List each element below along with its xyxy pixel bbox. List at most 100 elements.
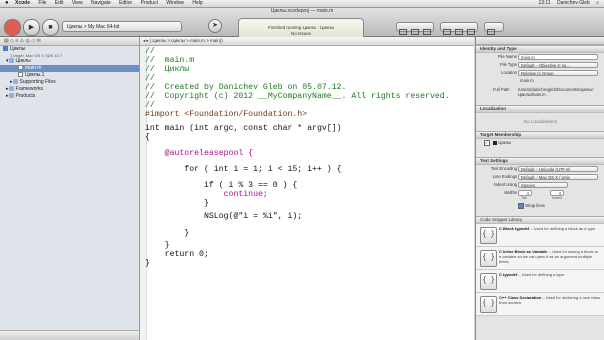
snippet-item[interactable]: { } C typedef – Used for defining a type… bbox=[476, 270, 604, 293]
no-localizations-label: No Localizations bbox=[523, 119, 558, 124]
folder-icon bbox=[12, 79, 18, 85]
snippet-item[interactable]: { } C++ Class Declaration – Used for dec… bbox=[476, 293, 604, 316]
source-editor[interactable]: // // main.m // Циклы // // Created by D… bbox=[140, 46, 474, 340]
jump-bar[interactable]: ◂ ▸ | Циклы > Циклы > main.m > main() bbox=[140, 37, 474, 46]
code-line[interactable]: } bbox=[145, 199, 209, 208]
wrap-lines-row[interactable]: Wrap lines bbox=[476, 202, 604, 210]
menu-view[interactable]: View bbox=[72, 0, 83, 7]
snippet-title: C typedef bbox=[499, 272, 518, 277]
group-item[interactable]: ▾ Циклы bbox=[0, 58, 139, 65]
spotlight-icon[interactable]: ⌕ bbox=[596, 0, 599, 7]
code-line[interactable]: // bbox=[145, 47, 155, 56]
man-file-icon bbox=[18, 72, 23, 78]
utilities-inspector: Identity and Type File Name main.m File … bbox=[475, 37, 604, 340]
code-line[interactable]: } bbox=[145, 241, 170, 250]
code-snippet-library-selector[interactable]: Code Snippet Library bbox=[476, 216, 604, 224]
menu-product[interactable]: Product bbox=[141, 0, 158, 7]
clock: 13:11 bbox=[538, 0, 551, 6]
run-button[interactable]: ▶ bbox=[23, 19, 40, 36]
code-line[interactable]: // main.m bbox=[145, 56, 194, 65]
file-item[interactable]: Циклы.1 bbox=[0, 72, 139, 79]
project-icon bbox=[3, 46, 8, 52]
snippet-item[interactable]: { } C Inline Block as Variable – Used fo… bbox=[476, 247, 604, 270]
user-name[interactable]: Danichev Gleb bbox=[557, 0, 590, 7]
folder-icon bbox=[8, 58, 14, 64]
app-target-icon bbox=[493, 140, 498, 145]
code-line[interactable]: int main (int argc, const char * argv[]) bbox=[145, 124, 342, 133]
code-line[interactable]: #import <Foundation/Foundation.h> bbox=[145, 110, 307, 119]
snippet-title: C Block typedef bbox=[499, 226, 530, 231]
code-line[interactable]: @autoreleasepool { bbox=[145, 149, 253, 158]
inspector-tabs[interactable] bbox=[476, 37, 604, 45]
identity-section-header[interactable]: Identity and Type bbox=[476, 45, 604, 53]
menu-navigate[interactable]: Navigate bbox=[91, 0, 111, 7]
location-row: Location Relative to Group bbox=[476, 69, 604, 77]
code-line[interactable]: if ( i % 3 == 0 ) { bbox=[145, 181, 297, 190]
file-name-field[interactable]: main.m bbox=[518, 54, 598, 60]
group-item[interactable]: ▸ Supporting Files bbox=[0, 79, 139, 86]
indent-row: Indent Using Spaces bbox=[476, 181, 604, 189]
full-path-value: /Users/danichevgleb/Documents/Циклы/Цикл… bbox=[518, 87, 594, 97]
editor-mode-segment[interactable] bbox=[396, 22, 434, 35]
target-membership-header[interactable]: Target Membership bbox=[476, 131, 604, 139]
menu-xcode[interactable]: Xcode bbox=[15, 0, 30, 7]
wrap-lines-label: Wrap lines bbox=[525, 203, 545, 208]
menu-edit[interactable]: Edit bbox=[55, 0, 64, 7]
apple-menu-icon[interactable]: ● bbox=[5, 0, 9, 7]
navigator-tabs[interactable]: ▤ ◇ ≡ ⚠ ◎ ▱ ✉ bbox=[0, 37, 139, 46]
code-line[interactable]: continue; bbox=[145, 190, 268, 199]
scheme-selector[interactable]: Циклы > My Mac 64-bit bbox=[62, 21, 182, 32]
breakpoints-icon[interactable]: ➤ bbox=[208, 19, 222, 33]
folder-icon bbox=[8, 86, 14, 92]
view-segment[interactable] bbox=[440, 22, 478, 35]
menu-help[interactable]: Help bbox=[192, 0, 202, 7]
menu-window[interactable]: Window bbox=[166, 0, 184, 7]
code-line[interactable]: { bbox=[145, 133, 150, 142]
text-settings-header[interactable]: Text Settings bbox=[476, 157, 604, 165]
code-line[interactable]: NSLog(@"i = %i", i); bbox=[145, 212, 302, 221]
folder-icon bbox=[8, 93, 14, 99]
snippet-desc: – Used for defining a type. bbox=[517, 272, 566, 277]
code-line[interactable]: } bbox=[145, 259, 150, 268]
code-line[interactable]: return 0; bbox=[145, 250, 209, 259]
snippet-desc: – Used for defining a block as a type. bbox=[529, 226, 597, 231]
code-line[interactable]: // Copyright (c) 2012 __MyCompanyName__.… bbox=[145, 92, 450, 101]
menu-editor[interactable]: Editor bbox=[119, 0, 132, 7]
target-row[interactable]: ✓ Циклы bbox=[476, 139, 604, 147]
line-endings-row: Line Endings Default – Mac OS X / Unix bbox=[476, 173, 604, 181]
menu-file[interactable]: File bbox=[38, 0, 46, 7]
code-line[interactable]: // bbox=[145, 101, 155, 110]
objc-file-icon bbox=[18, 65, 23, 71]
code-line[interactable]: for ( int i = 1; i < 15; i++ ) { bbox=[145, 165, 341, 174]
project-item[interactable]: Циклы bbox=[0, 46, 139, 53]
code-line[interactable]: } bbox=[145, 229, 189, 238]
localization-section-header[interactable]: Localization bbox=[476, 105, 604, 113]
close-window-icon[interactable] bbox=[4, 19, 21, 36]
target-name: Циклы bbox=[498, 140, 512, 145]
encoding-select[interactable]: Default – Unicode (UTF-8) bbox=[518, 166, 598, 172]
menu-bar: ● Xcode File Edit View Navigate Editor P… bbox=[0, 0, 604, 8]
wrap-lines-checkbox[interactable] bbox=[518, 202, 524, 209]
target-checkbox[interactable]: ✓ bbox=[484, 139, 490, 146]
group-item[interactable]: ▸ Products bbox=[0, 93, 139, 100]
line-endings-select[interactable]: Default – Mac OS X / Unix bbox=[518, 174, 598, 180]
code-line[interactable]: // Циклы bbox=[145, 65, 189, 74]
location-select[interactable]: Relative to Group bbox=[518, 70, 598, 76]
code-line[interactable]: // Created by Danichev Gleb on 05.07.12. bbox=[145, 83, 346, 92]
file-item-selected[interactable]: main.m bbox=[0, 65, 139, 72]
window-title: Циклы.xcodeproj — main.m bbox=[270, 8, 334, 14]
file-type-row: File Type Default – Objective-C so... bbox=[476, 61, 604, 69]
snippet-braces-icon: { } bbox=[480, 250, 497, 267]
snippet-item[interactable]: { } C Block typedef – Used for defining … bbox=[476, 224, 604, 247]
full-path-row: Full Path /Users/danichevgleb/Documents/… bbox=[476, 85, 604, 105]
code-line[interactable]: // bbox=[145, 74, 155, 83]
navigator-filter-bar[interactable] bbox=[0, 330, 139, 340]
group-item[interactable]: ▸ Frameworks bbox=[0, 86, 139, 93]
file-type-select[interactable]: Default – Objective-C so... bbox=[518, 62, 598, 68]
stop-button[interactable]: ■ bbox=[42, 19, 59, 36]
organizer-button[interactable] bbox=[484, 22, 504, 35]
indent-select[interactable]: Spaces bbox=[518, 182, 568, 188]
snippet-braces-icon: { } bbox=[480, 273, 497, 290]
widths-row: Widths 4 4 bbox=[476, 189, 604, 197]
encoding-row: Text Encoding Default – Unicode (UTF-8) bbox=[476, 165, 604, 173]
